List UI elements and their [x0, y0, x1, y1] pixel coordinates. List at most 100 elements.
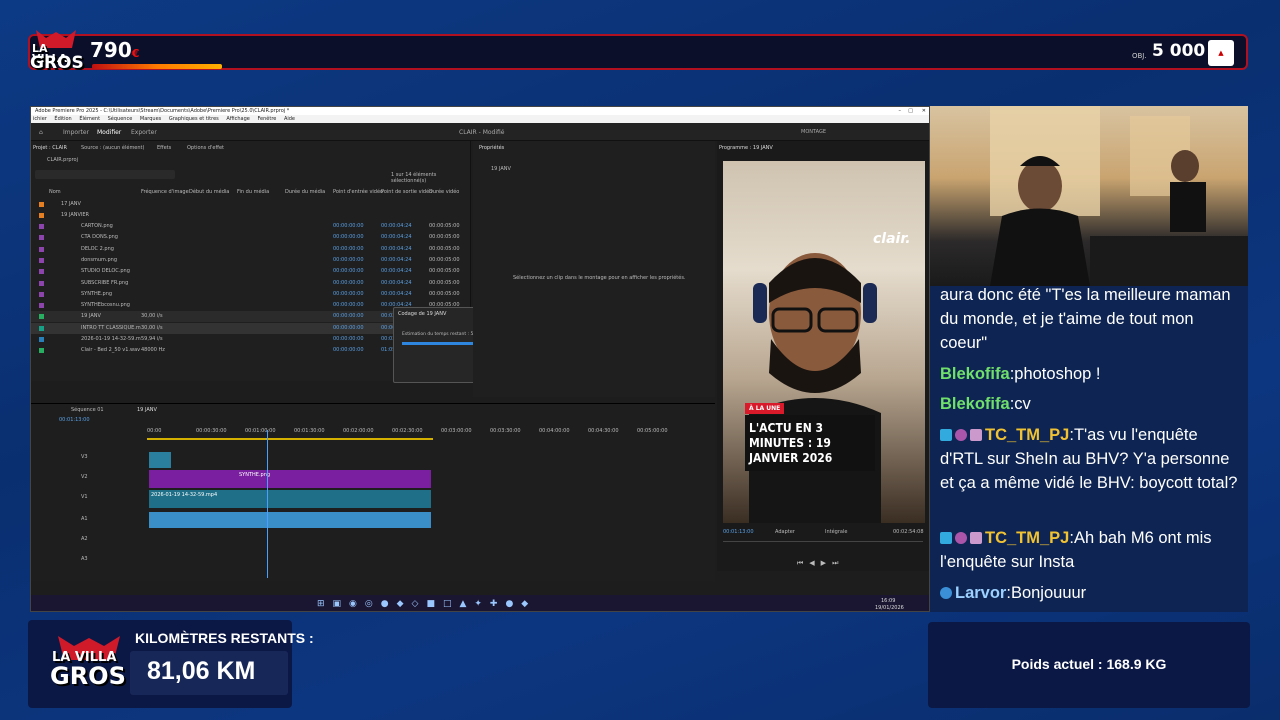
track-a2[interactable]: A2 — [81, 536, 88, 542]
work-area-bar[interactable] — [147, 438, 433, 440]
item-out: 00:00:04:24 — [381, 290, 412, 297]
webcam-scene — [990, 106, 1248, 286]
project-item-row[interactable]: donsmum.png 00:00:00:00 00:00:04:24 00:00:0… — [31, 255, 471, 266]
menu-markers[interactable]: Marques — [140, 116, 161, 122]
label-color-swatch — [39, 257, 44, 263]
item-name: CARTON.png — [81, 223, 113, 229]
col-fps[interactable]: Fréquence d'image — [141, 189, 189, 195]
timeline-timecode[interactable]: 00:01:13:00 — [59, 417, 90, 423]
menu-window[interactable]: Fenêtre — [257, 116, 276, 122]
chat-user[interactable]: TC_TM_PJ — [985, 426, 1069, 444]
minimize-icon[interactable]: – — [899, 107, 902, 115]
counter-value: 790 — [90, 38, 132, 62]
goal-badge-icon: ▲ — [1208, 40, 1234, 66]
timeline-tab-b[interactable]: 19 JANV — [137, 407, 157, 413]
tray-date: 19/01/2026 — [875, 605, 904, 611]
item-name: 19 JANV — [81, 313, 101, 320]
logo-line2: GROS — [30, 53, 84, 73]
chat-user[interactable]: Blekofifa — [940, 365, 1010, 383]
tab-effect-controls[interactable]: Options d'effet — [187, 145, 224, 151]
menu-help[interactable]: Aide — [284, 116, 295, 122]
tab-project[interactable]: Projet : CLAIR — [33, 145, 67, 151]
tab-edit[interactable]: Modifier — [97, 129, 121, 136]
la-villa-logo-top: LA VILLA GROS — [26, 22, 86, 82]
playhead[interactable] — [267, 430, 268, 578]
program-scrubber[interactable] — [723, 541, 923, 542]
item-duration: 00:00:05:00 — [429, 290, 460, 297]
chat-text: aura donc été "T'es la meilleure maman d… — [940, 286, 1231, 352]
item-fps: 30,00 i/s — [141, 313, 163, 320]
bin-row[interactable]: 19 JANVIER — [31, 210, 471, 221]
tier-badge-icon — [955, 532, 967, 544]
program-frame: clair. À LA UNE L'ACTU EN 3 MINUTES : 19… — [723, 161, 925, 523]
col-media-duration[interactable]: Durée du média — [285, 189, 325, 195]
tab-import[interactable]: Importer — [63, 129, 89, 136]
menu-view[interactable]: Affichage — [226, 116, 250, 122]
col-media-end[interactable]: Fin du média — [237, 189, 269, 195]
timeline-ruler[interactable]: 00:00 00:00:30:00 00:01:00:00 00:01:30:00 00… — [147, 428, 687, 436]
label-color-swatch — [39, 314, 44, 320]
home-icon[interactable]: ⌂ — [39, 129, 43, 136]
col-video-out[interactable]: Point de sortie vidéo — [381, 189, 432, 195]
tab-source[interactable]: Source : (aucun élément) — [81, 145, 144, 151]
label-color-swatch — [39, 291, 44, 297]
col-name[interactable]: Nom — [49, 189, 61, 195]
project-search-input[interactable] — [35, 170, 175, 179]
program-timecode[interactable]: 00:01:13:00 — [723, 529, 754, 535]
menu-element[interactable]: Élément — [79, 116, 100, 122]
clip-main[interactable]: 2026-01-19 14-32-59.mp4 — [149, 490, 431, 508]
bin-name: 19 JANVIER — [61, 212, 90, 218]
track-a1[interactable]: A1 — [81, 516, 88, 522]
playback-controls[interactable]: ⏮◀▶⏭ — [797, 559, 844, 568]
tab-properties[interactable]: Propriétés — [479, 145, 504, 151]
project-item-row[interactable]: STUDIO DELOC.png 00:00:00:00 00:00:04:24 00… — [31, 266, 471, 277]
ruler-tick-label: 00:04:00:00 — [539, 428, 570, 434]
user-badge-icon — [940, 587, 952, 599]
dialog-title: Codage de 19 JANV — [398, 311, 447, 317]
project-item-row[interactable]: CTA DONS.png 00:00:00:00 00:00:04:24 00:00:… — [31, 232, 471, 243]
maximize-icon[interactable]: □ — [908, 107, 913, 115]
taskbar-icons[interactable]: ⊞▣◉◎●◆◇■□▲✦✚●◆ — [317, 599, 536, 609]
clip-intro[interactable] — [149, 452, 171, 468]
timeline-tab-a[interactable]: Séquence 01 — [71, 407, 104, 413]
menu-edit[interactable]: Édition — [54, 116, 71, 122]
track-v1[interactable]: V1 — [81, 494, 88, 500]
program-monitor: Programme : 19 JANV clair. À LA UNE L'AC… — [717, 141, 929, 571]
project-item-row[interactable]: CARTON.png 00:00:00:00 00:00:04:24 00:00:05… — [31, 221, 471, 232]
close-icon[interactable]: ✕ — [922, 107, 926, 115]
bin-row[interactable]: 17 JANV — [31, 199, 471, 210]
col-video-duration[interactable]: Durée vidéo — [429, 189, 459, 195]
chat-text: photoshop ! — [1014, 365, 1101, 383]
tab-effects[interactable]: Effets — [157, 145, 171, 151]
chat-user[interactable]: Blekofifa — [940, 395, 1010, 413]
project-item-row[interactable]: SYNTHE.png 00:00:00:00 00:00:04:24 00:00:05… — [31, 289, 471, 300]
item-fps: 48000 Hz — [141, 347, 165, 354]
col-media-start[interactable]: Début du média — [189, 189, 229, 195]
menu-file[interactable]: ichier — [33, 116, 47, 122]
project-item-row[interactable]: SUBSCRIBE FR.png 00:00:00:00 00:00:04:24 00… — [31, 278, 471, 289]
clair-logo: clair. — [873, 231, 911, 247]
item-duration: 00:00:05:00 — [429, 245, 460, 252]
label-color-swatch — [39, 325, 44, 331]
sub-badge-icon — [940, 429, 952, 441]
track-v3[interactable]: V3 — [81, 454, 88, 460]
tab-program[interactable]: Programme : 19 JANV — [719, 145, 773, 151]
menu-sequence[interactable]: Séquence — [108, 116, 133, 122]
project-item-row[interactable]: DELOC 2.png 00:00:00:00 00:00:04:24 00:00:0… — [31, 244, 471, 255]
program-fit-select[interactable]: Adapter — [775, 529, 795, 535]
track-v2[interactable]: V2 — [81, 474, 88, 480]
tab-export[interactable]: Exporter — [131, 129, 157, 136]
program-quality-select[interactable]: Intégrale — [825, 529, 847, 535]
timeline-panel: Séquence 01 19 JANV 00:01:13:00 00:00 00:… — [31, 403, 715, 581]
counter-unit: € — [131, 47, 140, 60]
col-video-in[interactable]: Point d'entrée vidéo — [333, 189, 383, 195]
workspace-montage[interactable]: MONTAGE — [801, 129, 826, 135]
clip-audio[interactable] — [149, 512, 431, 528]
chat-user[interactable]: TC_TM_PJ — [985, 529, 1069, 547]
item-name: DELOC 2.png — [81, 245, 114, 252]
track-a3[interactable]: A3 — [81, 556, 88, 562]
chat-user[interactable]: Larvor — [955, 584, 1006, 602]
menu-graphics[interactable]: Graphiques et titres — [169, 116, 219, 122]
clip-synthe[interactable]: SYNTHE.png — [149, 470, 431, 488]
chat-message: TC_TM_PJ:T'as vu l'enquête d'RTL sur She… — [940, 426, 1238, 492]
